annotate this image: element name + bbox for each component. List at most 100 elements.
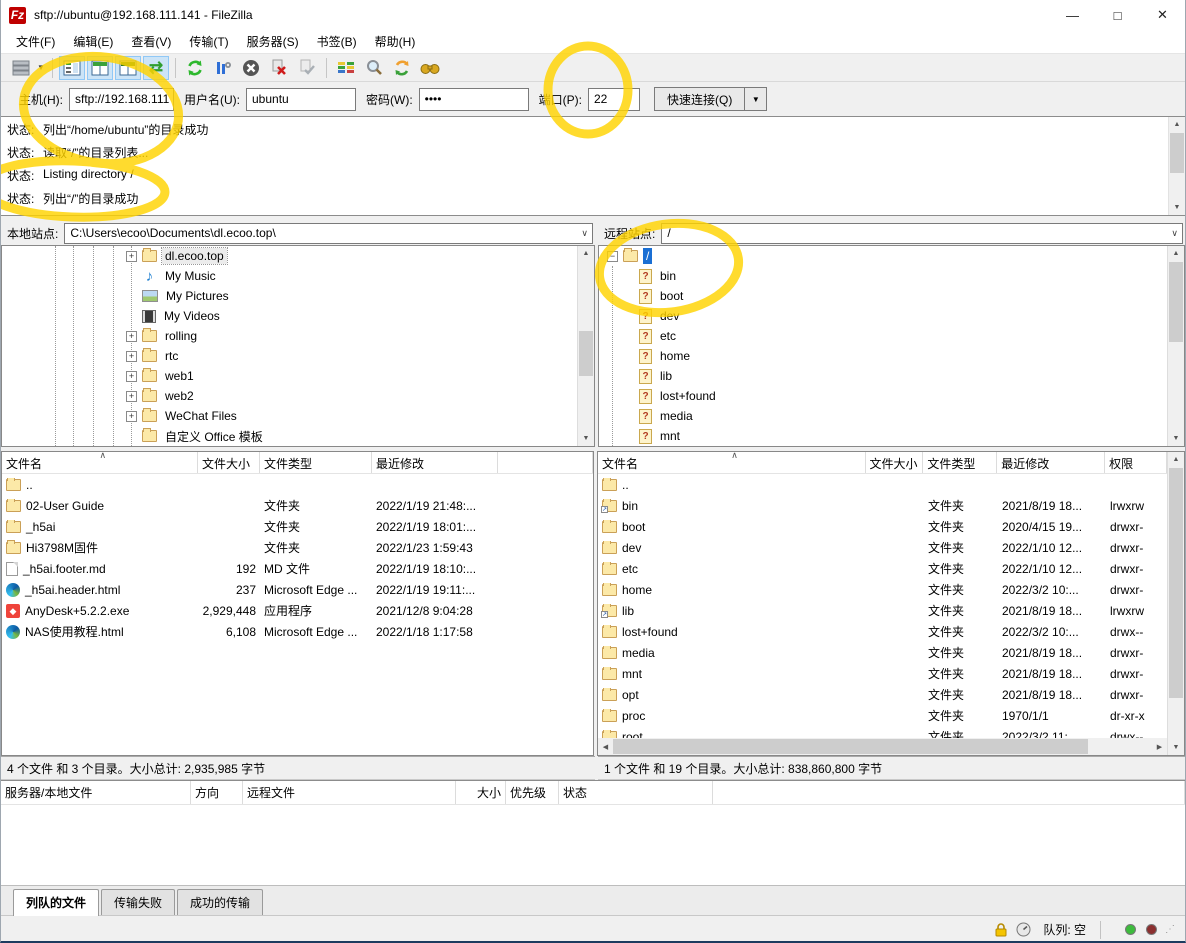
queue-column-direction[interactable]: 方向 bbox=[191, 781, 243, 804]
toggle-remote-tree-button[interactable] bbox=[115, 56, 141, 80]
tree-item[interactable]: ?lib bbox=[599, 366, 1184, 386]
file-row[interactable]: Hi3798M固件文件夹2022/1/23 1:59:43 bbox=[2, 537, 593, 558]
tree-item[interactable]: ?media bbox=[599, 406, 1184, 426]
process-queue-button[interactable] bbox=[210, 56, 236, 80]
scroll-down-icon[interactable]: ▼ bbox=[578, 431, 594, 446]
file-row[interactable]: ◆AnyDesk+5.2.2.exe2,929,448应用程序2021/12/8… bbox=[2, 600, 593, 621]
collapse-icon[interactable]: − bbox=[607, 251, 618, 262]
remote-tree-scrollbar[interactable]: ▲ ▼ bbox=[1167, 246, 1184, 446]
tree-item[interactable]: ?bin bbox=[599, 266, 1184, 286]
column-header-type[interactable]: 文件类型 bbox=[260, 452, 372, 473]
quickconnect-dropdown[interactable]: ▼ bbox=[745, 87, 767, 111]
scroll-up-icon[interactable]: ▲ bbox=[1168, 452, 1184, 467]
file-row[interactable]: 02-User Guide文件夹2022/1/19 21:48:... bbox=[2, 495, 593, 516]
refresh-button[interactable] bbox=[182, 56, 208, 80]
minimize-button[interactable]: — bbox=[1050, 0, 1095, 30]
tree-item[interactable]: ?boot bbox=[599, 286, 1184, 306]
tree-item[interactable]: −/ bbox=[599, 246, 1184, 266]
file-row[interactable]: mnt文件夹2021/8/19 18...drwxr- bbox=[598, 663, 1184, 684]
file-row[interactable]: _h5ai.footer.md192MD 文件2022/1/19 18:10:.… bbox=[2, 558, 593, 579]
queue-column-priority[interactable]: 优先级 bbox=[506, 781, 559, 804]
remote-hscrollbar[interactable]: ◀ ▶ bbox=[598, 738, 1167, 755]
host-input[interactable]: sftp://192.168.111 bbox=[69, 88, 174, 111]
queue-column-remote-file[interactable]: 远程文件 bbox=[243, 781, 456, 804]
file-row[interactable]: etc文件夹2022/1/10 12...drwxr- bbox=[598, 558, 1184, 579]
file-row[interactable]: .. bbox=[2, 474, 593, 495]
local-tree-scrollbar[interactable]: ▲ ▼ bbox=[577, 246, 594, 446]
tree-item[interactable]: My Videos bbox=[2, 306, 594, 326]
toggle-transfer-queue-button[interactable]: ⇄ bbox=[143, 56, 169, 80]
scroll-down-icon[interactable]: ▼ bbox=[1168, 431, 1184, 446]
column-header-modified[interactable]: 最近修改 bbox=[997, 452, 1105, 473]
tree-item[interactable]: ?home bbox=[599, 346, 1184, 366]
menu-file[interactable]: 文件(F) bbox=[7, 30, 64, 53]
expand-icon[interactable]: + bbox=[126, 411, 137, 422]
expand-icon[interactable]: + bbox=[126, 251, 137, 262]
tree-item[interactable]: ?dev bbox=[599, 306, 1184, 326]
gauge-icon[interactable] bbox=[1016, 922, 1031, 937]
file-row[interactable]: ↗lib文件夹2021/8/19 18...lrwxrw bbox=[598, 600, 1184, 621]
close-button[interactable]: ✕ bbox=[1140, 0, 1185, 30]
local-path-combo[interactable]: C:\Users\ecoo\Documents\dl.ecoo.top\ ∨ bbox=[64, 223, 593, 244]
search-button[interactable] bbox=[417, 56, 443, 80]
scroll-up-icon[interactable]: ▲ bbox=[578, 246, 594, 261]
tree-item[interactable]: +dl.ecoo.top bbox=[2, 246, 594, 266]
menu-server[interactable]: 服务器(S) bbox=[238, 30, 308, 53]
expand-icon[interactable]: + bbox=[126, 371, 137, 382]
expand-icon[interactable]: + bbox=[126, 331, 137, 342]
file-row[interactable]: home文件夹2022/3/2 10:...drwxr- bbox=[598, 579, 1184, 600]
scroll-left-icon[interactable]: ◀ bbox=[598, 743, 613, 751]
queue-column-size[interactable]: 大小 bbox=[456, 781, 506, 804]
tree-item[interactable]: My Pictures bbox=[2, 286, 594, 306]
column-header-permissions[interactable]: 权限 bbox=[1105, 452, 1167, 473]
file-row[interactable]: lost+found文件夹2022/3/2 10:...drwx-- bbox=[598, 621, 1184, 642]
lock-icon[interactable] bbox=[994, 922, 1008, 937]
file-row[interactable]: opt文件夹2021/8/19 18...drwxr- bbox=[598, 684, 1184, 705]
column-header-type[interactable]: 文件类型 bbox=[923, 452, 997, 473]
file-row[interactable]: dev文件夹2022/1/10 12...drwxr- bbox=[598, 537, 1184, 558]
queue-column-status[interactable]: 状态 bbox=[559, 781, 713, 804]
tab-successful-transfers[interactable]: 成功的传输 bbox=[177, 889, 263, 915]
scroll-up-icon[interactable]: ▲ bbox=[1169, 117, 1185, 132]
tree-item[interactable]: ♪My Music bbox=[2, 266, 594, 286]
toggle-local-tree-button[interactable] bbox=[87, 56, 113, 80]
scroll-down-icon[interactable]: ▼ bbox=[1168, 740, 1184, 755]
port-input[interactable]: 22 bbox=[588, 88, 640, 111]
site-manager-button[interactable] bbox=[8, 56, 34, 80]
tree-item[interactable]: +web2 bbox=[2, 386, 594, 406]
scroll-right-icon[interactable]: ▶ bbox=[1152, 743, 1167, 751]
file-row[interactable]: boot文件夹2020/4/15 19...drwxr- bbox=[598, 516, 1184, 537]
menu-view[interactable]: 查看(V) bbox=[122, 30, 180, 53]
scroll-up-icon[interactable]: ▲ bbox=[1168, 246, 1184, 261]
remote-path-combo[interactable]: / ∨ bbox=[661, 223, 1183, 244]
file-row[interactable]: proc文件夹1970/1/1dr-xr-x bbox=[598, 705, 1184, 726]
tree-item[interactable]: ?lost+found bbox=[599, 386, 1184, 406]
menu-edit[interactable]: 编辑(E) bbox=[64, 30, 122, 53]
reconnect-button[interactable] bbox=[294, 56, 320, 80]
file-row[interactable]: _h5ai文件夹2022/1/19 18:01:... bbox=[2, 516, 593, 537]
password-input[interactable]: •••• bbox=[419, 88, 529, 111]
tree-item[interactable]: ?etc bbox=[599, 326, 1184, 346]
chevron-down-icon[interactable]: ∨ bbox=[581, 228, 588, 239]
file-row[interactable]: _h5ai.header.html237Microsoft Edge ...20… bbox=[2, 579, 593, 600]
tab-failed-transfers[interactable]: 传输失败 bbox=[101, 889, 175, 915]
column-header-size[interactable]: 文件大小 bbox=[198, 452, 260, 473]
maximize-button[interactable]: □ bbox=[1095, 0, 1140, 30]
menu-help[interactable]: 帮助(H) bbox=[366, 30, 425, 53]
column-header-name[interactable]: 文件名∧ bbox=[598, 452, 866, 473]
username-input[interactable]: ubuntu bbox=[246, 88, 356, 111]
column-header-name[interactable]: 文件名∧ bbox=[2, 452, 198, 473]
expand-icon[interactable]: + bbox=[126, 351, 137, 362]
file-row[interactable]: NAS使用教程.html6,108Microsoft Edge ...2022/… bbox=[2, 621, 593, 642]
tree-item[interactable]: 自定义 Office 模板 bbox=[2, 426, 594, 446]
find-files-button[interactable] bbox=[361, 56, 387, 80]
resize-grip[interactable]: ⋰ bbox=[1165, 924, 1175, 935]
chevron-down-icon[interactable]: ∨ bbox=[1171, 228, 1178, 239]
tree-item[interactable]: +WeChat Files bbox=[2, 406, 594, 426]
toggle-message-log-button[interactable] bbox=[59, 56, 85, 80]
site-manager-dropdown[interactable]: ▼ bbox=[35, 56, 47, 80]
tree-item[interactable]: +web1 bbox=[2, 366, 594, 386]
column-header-size[interactable]: 文件大小 bbox=[866, 452, 924, 473]
tree-item[interactable]: +rtc bbox=[2, 346, 594, 366]
expand-icon[interactable]: + bbox=[126, 391, 137, 402]
